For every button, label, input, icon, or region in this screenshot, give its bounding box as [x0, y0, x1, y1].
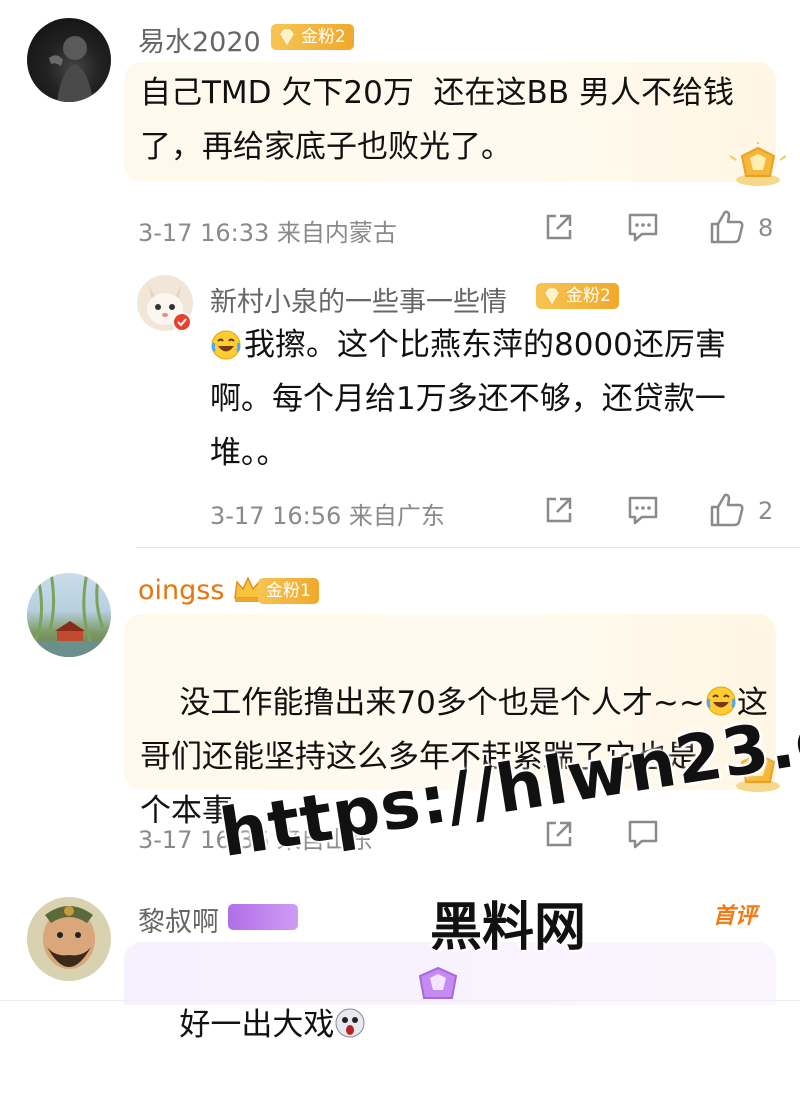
like-count: 2: [758, 497, 774, 525]
watermark-site-name: 黑料网: [430, 898, 587, 958]
divider: [136, 547, 800, 548]
landscape-photo-icon: [27, 573, 111, 657]
divider: [0, 1000, 800, 1001]
shocked-emoji-icon: [335, 1008, 365, 1038]
bearded-face-avatar-icon: [43, 906, 95, 969]
badge-label: 金粉2: [566, 286, 611, 306]
timestamp: 3-17 16:56: [210, 502, 342, 530]
avatar[interactable]: [27, 897, 111, 981]
avatar[interactable]: [27, 18, 111, 102]
fan-badge: 金粉2: [271, 24, 354, 50]
badge-label: 金粉1: [266, 581, 311, 601]
username[interactable]: 易水2020: [138, 20, 261, 59]
share-icon[interactable]: [542, 817, 576, 851]
fan-badge: 金粉1: [258, 578, 319, 604]
location: 来自广东: [348, 502, 445, 530]
like-icon[interactable]: [708, 491, 746, 529]
like-icon[interactable]: [708, 208, 746, 246]
username[interactable]: 黎叔啊: [138, 900, 219, 939]
verified-badge-icon: [172, 312, 192, 332]
diamond-icon: [280, 29, 294, 45]
share-icon[interactable]: [542, 210, 576, 244]
fan-badge: [228, 904, 298, 930]
share-icon[interactable]: [542, 493, 576, 527]
fan-badge: 金粉2: [536, 283, 619, 309]
comment-icon[interactable]: [626, 493, 660, 527]
diamond-icon: [545, 288, 559, 304]
comment-text-body: 好一出大戏: [179, 1007, 335, 1043]
username[interactable]: oingss: [138, 575, 224, 606]
username[interactable]: 新村小泉的一些事一些情: [210, 280, 507, 319]
comment-text: 我擦。这个比燕东萍的8000还厉害 啊。每个月给1万多还不够，还贷款一 堆。。: [210, 327, 726, 471]
laugh-cry-emoji-icon: [706, 686, 736, 716]
comment-text: 自己TMD 欠下20万 还在这BB 男人不给钱 了，再给家底子也败光了。: [140, 75, 734, 165]
first-comment-tag: 首评: [713, 904, 758, 929]
person-silhouette-icon: [49, 36, 93, 102]
badge-label: 金粉2: [301, 27, 346, 47]
location: 来自内蒙古: [276, 219, 397, 247]
comment-text-line1: 没工作能撸出来70多个也是个人才~~: [179, 685, 705, 721]
timestamp: 3-17 16:33: [138, 219, 270, 247]
comment-meta: 3-17 16:33 来自内蒙古: [138, 213, 397, 248]
comment-text: 好一出大戏: [140, 944, 366, 1106]
comment-icon[interactable]: [626, 210, 660, 244]
comment-meta: 3-17 16:56 来自广东: [210, 496, 445, 531]
comment-icon[interactable]: [626, 817, 660, 851]
avatar[interactable]: [27, 573, 111, 657]
like-count: 8: [758, 214, 774, 242]
